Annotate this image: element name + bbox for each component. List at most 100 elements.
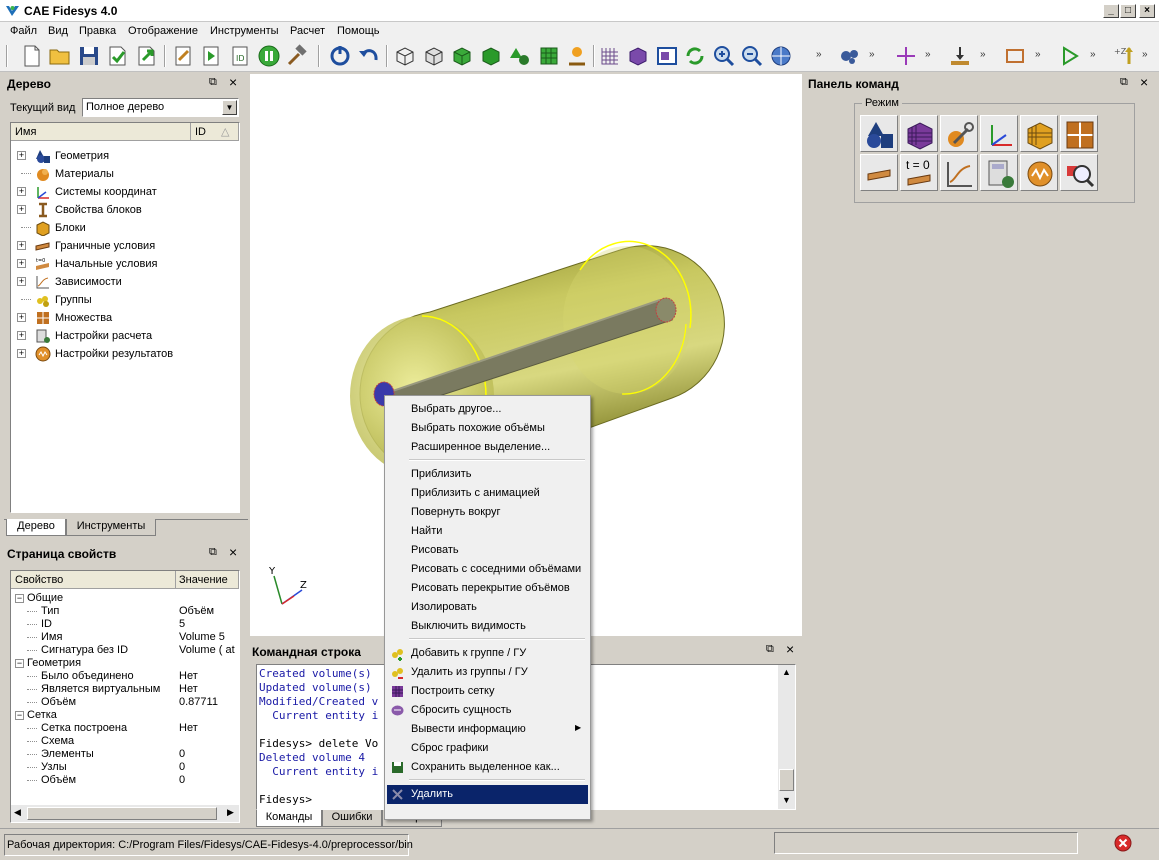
wireframe-cube-icon[interactable] xyxy=(393,44,417,68)
nodes-icon[interactable] xyxy=(565,44,589,68)
context-menu-item[interactable]: Изолировать xyxy=(387,598,588,617)
expand-toggle-icon[interactable]: + xyxy=(17,151,26,160)
solid-cube-icon[interactable] xyxy=(479,44,503,68)
scroll-up-icon[interactable]: ▲ xyxy=(782,667,791,677)
context-menu-item[interactable]: Расширенное выделение... xyxy=(387,438,588,457)
expand-toggle-icon[interactable]: + xyxy=(17,205,26,214)
close-window-button[interactable]: × xyxy=(1139,4,1155,18)
prop-col-value[interactable]: Значение xyxy=(176,571,239,589)
context-menu-item[interactable]: Добавить к группе / ГУ xyxy=(387,644,588,663)
mesh-cube-icon[interactable] xyxy=(537,44,561,68)
zoom-out-icon[interactable] xyxy=(740,44,764,68)
close-panel-icon[interactable]: × xyxy=(1140,74,1148,90)
menu-calc[interactable]: Расчет xyxy=(290,25,325,37)
mode-bc-button[interactable] xyxy=(860,154,898,191)
menu-view[interactable]: Вид xyxy=(48,25,68,37)
purple-box-icon[interactable] xyxy=(626,44,650,68)
window-view-icon[interactable] xyxy=(655,44,679,68)
tree-col-id[interactable]: ID △ xyxy=(191,123,239,141)
float-panel-icon[interactable]: ⧉ xyxy=(766,643,774,656)
context-menu-item[interactable]: Повернуть вокруг xyxy=(387,503,588,522)
toolbar-overflow-chevron-icon[interactable]: » xyxy=(1035,49,1041,60)
current-view-select[interactable]: Полное дерево ▼ xyxy=(82,98,239,117)
context-menu-item[interactable]: Построить сетку xyxy=(387,682,588,701)
menu-tools[interactable]: Инструменты xyxy=(210,25,279,37)
maximize-button[interactable]: □ xyxy=(1120,4,1136,18)
pause-icon[interactable] xyxy=(257,44,281,68)
mode-geometry-button[interactable] xyxy=(860,115,898,152)
scroll-down-icon[interactable]: ▼ xyxy=(782,795,791,805)
tab-commands[interactable]: Команды xyxy=(256,810,322,827)
geometry-shapes-icon[interactable] xyxy=(508,44,532,68)
frame-icon[interactable] xyxy=(1003,44,1027,68)
mode-mesh-button[interactable] xyxy=(900,115,938,152)
mode-initial-button[interactable]: t = 0 xyxy=(900,154,938,191)
gear-cluster-icon[interactable] xyxy=(838,44,862,68)
tree-col-name[interactable]: Имя xyxy=(11,123,191,141)
tab-tools[interactable]: Инструменты xyxy=(66,519,156,536)
mode-sets-button[interactable] xyxy=(1060,115,1098,152)
context-menu-item[interactable]: Сброс графики xyxy=(387,739,588,758)
float-panel-icon[interactable]: ⧉ xyxy=(209,76,217,89)
toolbar-overflow-chevron-icon[interactable]: » xyxy=(816,49,822,60)
open-folder-icon[interactable] xyxy=(48,44,72,68)
menu-help[interactable]: Помощь xyxy=(337,25,380,37)
close-panel-icon[interactable]: × xyxy=(786,641,794,657)
toolbar-overflow-chevron-icon[interactable]: » xyxy=(869,49,875,60)
close-panel-icon[interactable]: × xyxy=(229,544,237,560)
context-menu-item[interactable]: Найти xyxy=(387,522,588,541)
run-id-icon[interactable]: ID xyxy=(228,44,252,68)
expand-toggle-icon[interactable]: + xyxy=(17,259,26,268)
grid-icon[interactable] xyxy=(598,44,622,68)
scroll-right-icon[interactable]: ▶ xyxy=(227,807,234,818)
mode-probe-button[interactable] xyxy=(1060,154,1098,191)
refresh-icon[interactable] xyxy=(683,44,707,68)
property-group[interactable]: − Сетка xyxy=(15,709,57,722)
expand-toggle-icon[interactable]: + xyxy=(17,349,26,358)
expand-toggle-icon[interactable]: + xyxy=(17,277,26,286)
run-script-icon[interactable] xyxy=(199,44,223,68)
context-menu-item[interactable]: Выбрать похожие объёмы xyxy=(387,419,588,438)
prop-col-name[interactable]: Свойство xyxy=(11,571,176,589)
toolbar-overflow-chevron-icon[interactable]: » xyxy=(1142,49,1148,60)
expand-toggle-icon[interactable]: + xyxy=(17,331,26,340)
context-menu-item[interactable]: Рисовать xyxy=(387,541,588,560)
run-calc-icon[interactable] xyxy=(1058,44,1082,68)
chevron-down-icon[interactable]: ▼ xyxy=(222,100,237,115)
import-icon[interactable] xyxy=(106,44,130,68)
export-icon[interactable] xyxy=(135,44,159,68)
context-menu-item[interactable]: Сбросить сущность xyxy=(387,701,588,720)
float-panel-icon[interactable]: ⧉ xyxy=(1120,76,1128,89)
tab-errors[interactable]: Ошибки xyxy=(322,810,382,827)
axis-sort-icon[interactable]: +Z xyxy=(1113,44,1137,68)
collapse-toggle-icon[interactable]: − xyxy=(15,593,24,603)
horizontal-scrollbar[interactable]: ◀ ▶ xyxy=(11,805,239,822)
context-menu-item[interactable]: Вывести информацию ▶ xyxy=(387,720,588,739)
expand-toggle-icon[interactable]: + xyxy=(17,313,26,322)
zoom-in-icon[interactable] xyxy=(712,44,736,68)
mode-calc-button[interactable] xyxy=(980,154,1018,191)
crosshair-icon[interactable] xyxy=(894,44,918,68)
context-menu-item[interactable]: Рисовать перекрытие объёмов xyxy=(387,579,588,598)
script-edit-icon[interactable] xyxy=(171,44,195,68)
scroll-thumb[interactable] xyxy=(779,769,794,791)
scroll-thumb[interactable] xyxy=(27,807,217,820)
context-menu-item[interactable]: Сохранить выделенное как... xyxy=(387,758,588,777)
property-group[interactable]: − Общие xyxy=(15,592,63,605)
menu-edit[interactable]: Правка xyxy=(79,25,116,37)
collapse-toggle-icon[interactable]: − xyxy=(15,658,24,668)
toolbar-overflow-chevron-icon[interactable]: » xyxy=(980,49,986,60)
context-menu-item[interactable]: Удалить xyxy=(387,785,588,804)
tab-tree[interactable]: Дерево xyxy=(6,519,66,536)
context-menu-item[interactable]: Удалить из группы / ГУ xyxy=(387,663,588,682)
property-group[interactable]: − Геометрия xyxy=(15,657,81,670)
context-menu-item[interactable]: Выбрать другое... xyxy=(387,400,588,419)
context-menu-item[interactable]: Выключить видимость xyxy=(387,617,588,636)
toolbar-overflow-chevron-icon[interactable]: » xyxy=(1090,49,1096,60)
mode-dependencies-button[interactable] xyxy=(940,154,978,191)
scroll-left-icon[interactable]: ◀ xyxy=(14,807,21,818)
globe-icon[interactable] xyxy=(769,44,793,68)
mode-blocks-button[interactable] xyxy=(1020,115,1058,152)
expand-toggle-icon[interactable]: + xyxy=(17,241,26,250)
mode-results-button[interactable] xyxy=(1020,154,1058,191)
